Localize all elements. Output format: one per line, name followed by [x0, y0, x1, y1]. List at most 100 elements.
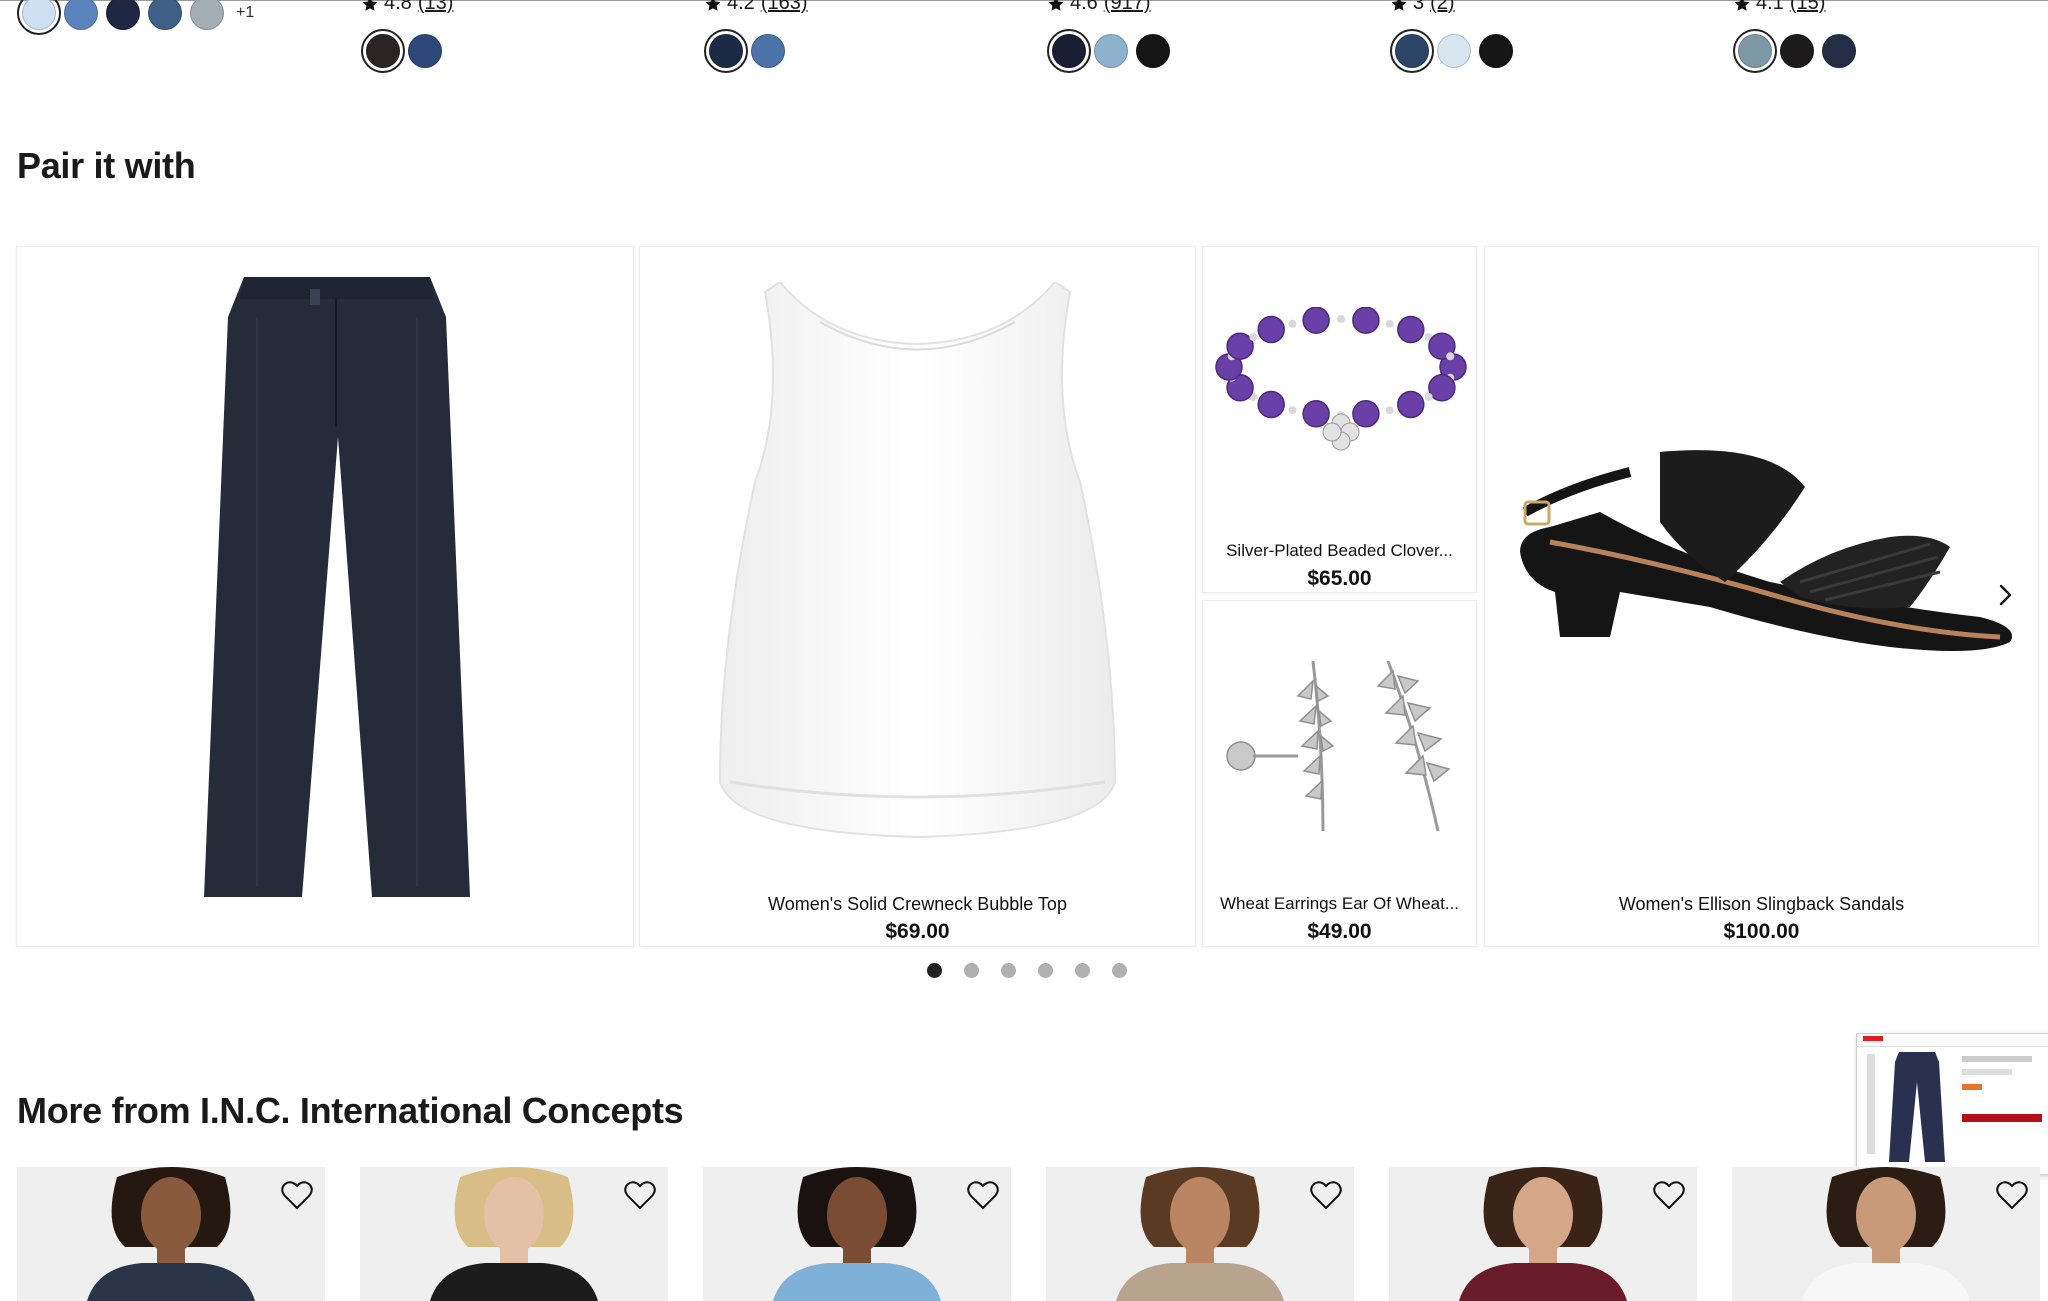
swatch-group [1733, 29, 1856, 73]
rating-value: 4.1 [1756, 0, 1784, 14]
carousel-dot[interactable] [1001, 963, 1016, 978]
more-swatches-count[interactable]: +1 [236, 4, 254, 22]
color-swatch[interactable] [1479, 34, 1513, 68]
star-icon [362, 0, 378, 11]
recommendation-swatch-strip: +1 4.8 (13) 4.2 (163) 4.6 (917) 3 (2) 4.… [0, 0, 2048, 80]
bead [1302, 307, 1330, 334]
top-image [718, 282, 1117, 839]
carousel-pagination [927, 963, 1127, 978]
product-tile-bracelet[interactable]: Silver-Plated Beaded Clover... $65.00 [1203, 247, 1476, 592]
bracelet-image [1215, 307, 1467, 451]
rating-value: 4.8 [384, 0, 412, 14]
bead [1397, 315, 1425, 344]
rating-value: 4.2 [727, 0, 755, 14]
color-swatch[interactable] [1780, 34, 1814, 68]
heart-icon[interactable] [622, 1177, 658, 1213]
color-swatch[interactable] [148, 0, 182, 30]
swatch-group: +1 [17, 0, 254, 35]
carousel-dot[interactable] [964, 963, 979, 978]
review-count-link[interactable]: (917) [1104, 0, 1151, 15]
color-swatch[interactable] [64, 0, 98, 30]
star-icon [1734, 0, 1750, 11]
bead [1397, 390, 1425, 419]
rating: 4.2 (163) [705, 0, 808, 15]
color-swatch[interactable] [1390, 29, 1434, 73]
color-swatch[interactable] [1733, 29, 1777, 73]
chevron-right-icon[interactable] [1990, 580, 2020, 610]
preview-add-button [1962, 1114, 2042, 1122]
carousel-dot[interactable] [1075, 963, 1090, 978]
preview-badge [1962, 1084, 1982, 1090]
color-swatch[interactable] [751, 34, 785, 68]
product-tile-sandals[interactable]: Women's Ellison Slingback Sandals $100.0… [1485, 247, 2038, 946]
heart-icon[interactable] [1308, 1177, 1344, 1213]
carousel-dot[interactable] [927, 963, 942, 978]
review-count-link[interactable]: (2) [1430, 0, 1454, 15]
product-name[interactable]: Silver-Plated Beaded Clover... [1203, 541, 1476, 561]
star-icon [705, 0, 721, 11]
spacer-bead [1337, 315, 1345, 323]
product-card[interactable] [17, 1167, 325, 1301]
product-tile-pants[interactable] [17, 247, 633, 946]
color-swatch[interactable] [1822, 34, 1856, 68]
product-price: $100.00 [1723, 920, 1800, 943]
color-swatch[interactable] [106, 0, 140, 30]
swatch-group [704, 29, 785, 73]
star-icon [1048, 0, 1064, 11]
review-count-link[interactable]: (13) [418, 0, 454, 15]
bead [1428, 374, 1456, 402]
spacer-bead [1288, 319, 1297, 328]
heart-icon[interactable] [279, 1177, 315, 1213]
carousel-dot[interactable] [1112, 963, 1127, 978]
bead [1302, 400, 1330, 428]
spacer-bead [1446, 352, 1455, 361]
pants-image [204, 277, 470, 897]
spacer-bead [1288, 406, 1297, 415]
rating: 4.1 (15) [1734, 0, 1825, 15]
product-tile-earrings[interactable]: Wheat Earrings Ear Of Wheat... $49.00 [1203, 601, 1476, 946]
product-card[interactable] [1046, 1167, 1354, 1301]
swatch-group [361, 29, 442, 73]
product-card[interactable] [1732, 1167, 2040, 1301]
heart-icon[interactable] [965, 1177, 1001, 1213]
product-price: $65.00 [1307, 567, 1372, 590]
heart-icon[interactable] [1651, 1177, 1687, 1213]
bead [1226, 332, 1254, 360]
product-name[interactable]: Women's Solid Crewneck Bubble Top [640, 894, 1195, 915]
color-swatch[interactable] [1047, 29, 1091, 73]
carousel-dot[interactable] [1038, 963, 1053, 978]
review-count-link[interactable]: (163) [761, 0, 808, 15]
preview-text-line [1962, 1069, 2012, 1075]
heart-icon[interactable] [1994, 1177, 2030, 1213]
color-swatch[interactable] [408, 34, 442, 68]
product-name[interactable]: Wheat Earrings Ear Of Wheat... [1203, 894, 1476, 914]
product-name[interactable]: Women's Ellison Slingback Sandals [1485, 894, 2038, 915]
page-preview-thumbnail[interactable] [1857, 1034, 2048, 1174]
color-swatch[interactable] [1437, 34, 1471, 68]
rating-value: 3 [1413, 0, 1425, 14]
product-card[interactable] [360, 1167, 668, 1301]
swatch-group [1390, 29, 1513, 73]
pair-section-title: Pair it with [17, 145, 196, 186]
color-swatch[interactable] [704, 29, 748, 73]
preview-thumb-rail [1867, 1054, 1875, 1154]
product-card[interactable] [703, 1167, 1011, 1301]
product-card[interactable] [1389, 1167, 1697, 1301]
color-swatch[interactable] [1094, 34, 1128, 68]
color-swatch[interactable] [1136, 34, 1170, 68]
preview-pants-image [1889, 1052, 1945, 1162]
spacer-bead [1424, 392, 1433, 401]
bead [1257, 390, 1285, 419]
swatch-group [1047, 29, 1170, 73]
bead [1257, 315, 1285, 344]
spacer-bead [1385, 406, 1394, 415]
color-swatch[interactable] [361, 29, 405, 73]
review-count-link[interactable]: (15) [1790, 0, 1826, 15]
color-swatch[interactable] [190, 0, 224, 30]
rating-value: 4.6 [1070, 0, 1098, 14]
color-swatch[interactable] [17, 0, 61, 35]
spacer-bead [1249, 333, 1258, 342]
rating: 4.8 (13) [362, 0, 453, 15]
product-tile-bubble-top[interactable]: Women's Solid Crewneck Bubble Top $69.00 [640, 247, 1195, 946]
earrings-image [1226, 660, 1451, 832]
